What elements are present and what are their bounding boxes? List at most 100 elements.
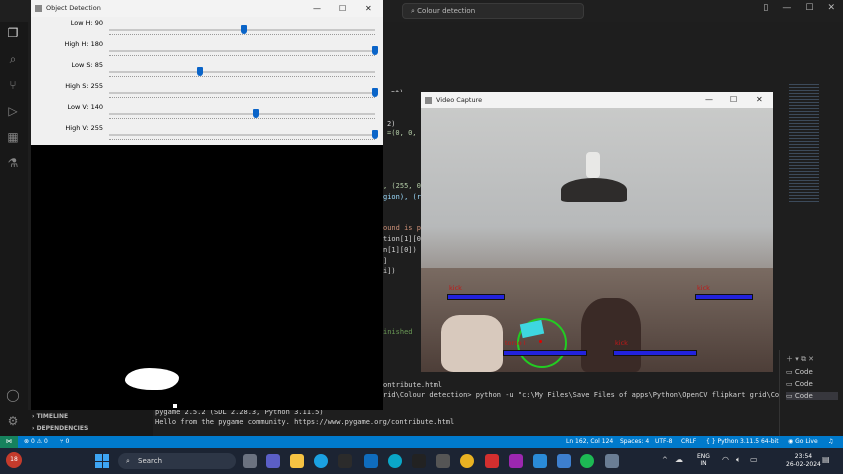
object-detection-titlebar[interactable]: Object Detection — ☐ ✕	[31, 0, 383, 17]
terminal-actions[interactable]: ＋ ▾ ⧉ ✕	[786, 354, 814, 364]
mask-speck	[173, 404, 177, 408]
battery-icon[interactable]: ▭	[750, 455, 758, 464]
minimize-button[interactable]: —	[705, 92, 713, 108]
ports-status[interactable]: ⑂ 0	[60, 436, 69, 448]
layout-icon[interactable]: ▯	[763, 3, 768, 13]
clock[interactable]: 23:54 26-02-2024	[786, 453, 821, 469]
edge-icon[interactable]	[314, 454, 328, 468]
trackbar-track[interactable]	[109, 113, 375, 115]
code-line: n[1][0])	[383, 246, 417, 254]
trackbar-track[interactable]	[109, 134, 375, 136]
run-debug-icon[interactable]: ▷	[6, 104, 20, 118]
window-icon	[425, 97, 432, 104]
pdf-reader-icon[interactable]	[485, 454, 499, 468]
dependencies-section[interactable]: › DEPENDENCIES	[32, 425, 88, 432]
taskbar-search[interactable]: ⌕ Search	[118, 453, 236, 469]
zone-label: kick	[615, 339, 628, 347]
problems-status[interactable]: ⊗ 0 ⚠ 0	[24, 436, 48, 448]
cursor-position[interactable]: Ln 162, Col 124	[566, 436, 613, 448]
trackbar-thumb[interactable]	[372, 88, 378, 97]
file-explorer-icon[interactable]	[290, 454, 304, 468]
explorer-icon[interactable]: ❐	[6, 26, 20, 40]
command-search[interactable]: ⌕ Colour detection	[402, 3, 584, 19]
tray-chevron-icon[interactable]: ^	[662, 456, 668, 464]
sidebar-sections: › TIMELINE › DEPENDENCIES	[28, 410, 153, 436]
activity-bar: ❐ ⌕ ⑂ ▷ ▦ ⚗ ◯ ⚙	[0, 22, 28, 436]
copilot-icon[interactable]	[388, 454, 402, 468]
terminal-icon[interactable]	[412, 454, 426, 468]
terminal-tab[interactable]: ▭ Code	[786, 368, 813, 376]
extensions-icon[interactable]: ▦	[6, 130, 20, 144]
interpreter-status[interactable]: 3.11.5 64-bit	[740, 436, 779, 448]
trackbar-track[interactable]	[109, 50, 375, 52]
settings-gear-icon[interactable]: ⚙	[6, 414, 20, 428]
camera-feed: kick kick torso I kick	[421, 108, 773, 372]
close-button[interactable]: ✕	[756, 92, 763, 108]
maximize-icon[interactable]: ☐	[805, 3, 813, 13]
encoding-status[interactable]: UTF-8	[655, 436, 673, 448]
language-status[interactable]: { } Python	[706, 436, 738, 448]
minimize-button[interactable]: —	[313, 0, 321, 17]
account-icon[interactable]: ◯	[6, 388, 20, 402]
testing-icon[interactable]: ⚗	[6, 156, 20, 170]
spotify-icon[interactable]	[580, 454, 594, 468]
volume-icon[interactable]: 🔈︎	[736, 455, 741, 465]
taskbar: 18 ⌕ Search ^ ☁ ENG IN ◠ 🔈︎ ▭ 23:54 26-02-2…	[0, 448, 843, 474]
bell-icon[interactable]: ♫	[828, 436, 833, 448]
trackbar-thumb[interactable]	[253, 109, 260, 118]
trackbar-thumb[interactable]	[372, 46, 378, 55]
video-capture-titlebar[interactable]: Video Capture — ☐ ✕	[421, 92, 773, 108]
app-icon[interactable]	[605, 454, 619, 468]
close-icon[interactable]: ✕	[827, 3, 835, 13]
vscode-icon[interactable]	[533, 454, 547, 468]
trackbar-label: High V: 255	[65, 124, 103, 132]
trackbar-ticks	[109, 139, 375, 142]
app-icon[interactable]	[509, 454, 523, 468]
zone-bar	[613, 350, 697, 356]
source-control-icon[interactable]: ⑂	[6, 78, 20, 92]
wifi-icon[interactable]: ◠	[722, 455, 729, 464]
close-button[interactable]: ✕	[365, 0, 372, 17]
trackbar-thumb[interactable]	[196, 67, 203, 76]
teams-icon[interactable]	[266, 454, 280, 468]
search-icon[interactable]: ⌕	[6, 52, 20, 66]
code-line: ound is pl	[383, 224, 426, 232]
search-icon: ⌕	[126, 457, 130, 465]
indentation-status[interactable]: Spaces: 4	[620, 436, 649, 448]
window-icon	[35, 5, 42, 12]
minimap[interactable]	[783, 22, 843, 342]
maximize-button[interactable]: ☐	[339, 0, 346, 17]
store-icon[interactable]	[338, 454, 352, 468]
outlook-icon[interactable]	[364, 454, 378, 468]
zone-bar	[447, 294, 505, 300]
trackbar-label: High S: 255	[65, 82, 103, 90]
timeline-section[interactable]: › TIMELINE	[32, 413, 68, 420]
input-language[interactable]: ENG IN	[697, 453, 710, 467]
code-editor[interactable]: nt)	[383, 22, 783, 97]
app-icon[interactable]	[557, 454, 571, 468]
trackbar-track[interactable]	[109, 92, 375, 94]
person-hand	[441, 315, 503, 372]
terminal-tab-active[interactable]: ▭ Code	[786, 392, 838, 400]
maximize-button[interactable]: ☐	[730, 92, 737, 108]
trackbar-label: Low S: 85	[71, 61, 103, 69]
notification-icon[interactable]: ▤	[822, 455, 830, 464]
chrome-icon[interactable]	[460, 454, 474, 468]
code-line: 2)	[387, 120, 396, 128]
weather-widget-icon[interactable]: 18	[6, 452, 22, 468]
cloud-icon[interactable]: ☁	[675, 455, 683, 464]
minimize-icon[interactable]: —	[782, 3, 791, 13]
golive-status[interactable]: ◉ Go Live	[788, 436, 818, 448]
trackbar-thumb[interactable]	[372, 130, 378, 139]
detected-object-mask	[125, 368, 179, 390]
terminal-tab[interactable]: ▭ Code	[786, 380, 813, 388]
task-view-icon[interactable]	[243, 454, 257, 468]
trackbar-label: High H: 180	[64, 40, 103, 48]
trackbar-track[interactable]	[109, 71, 375, 73]
tracking-center-dot	[539, 340, 542, 343]
eol-status[interactable]: CRLF	[681, 436, 696, 448]
trackbar-ticks	[109, 55, 375, 58]
app-icon[interactable]	[436, 454, 450, 468]
remote-icon[interactable]: ⋈	[0, 436, 18, 448]
trackbar-thumb[interactable]	[240, 25, 247, 34]
